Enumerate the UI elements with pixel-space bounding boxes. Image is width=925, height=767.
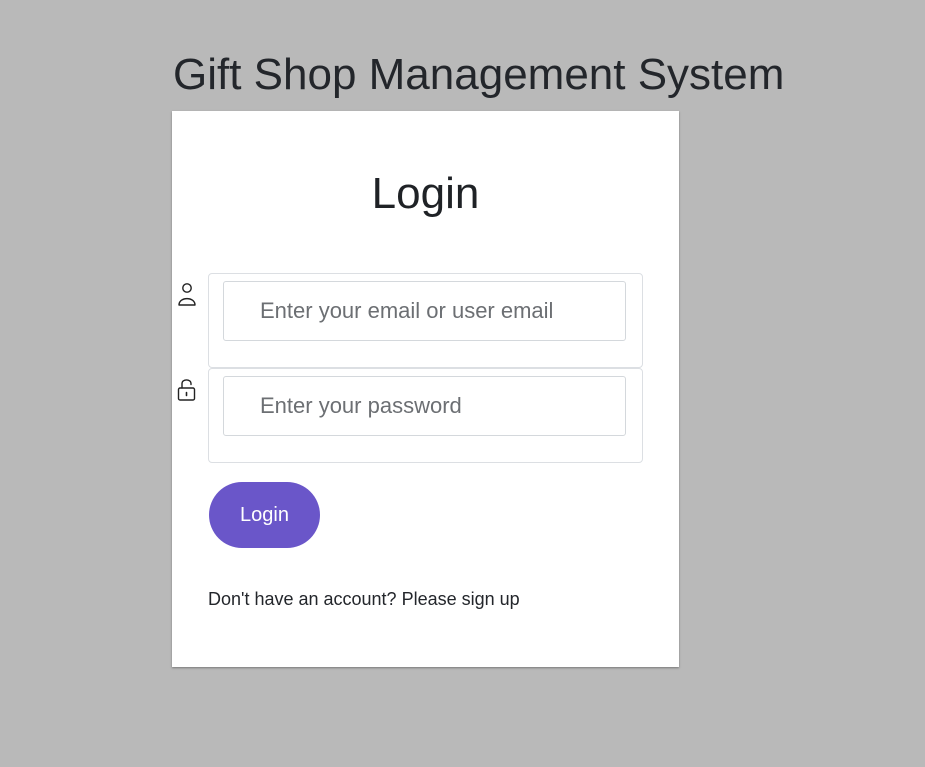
password-field-group (208, 368, 643, 463)
app-title: Gift Shop Management System (173, 50, 785, 99)
login-title: Login (371, 169, 480, 218)
login-button[interactable]: Login (209, 482, 320, 548)
login-page: Gift Shop Management System Login Login (0, 0, 925, 767)
login-card: Login Login Don't have an account? P (172, 111, 679, 667)
password-input[interactable] (223, 376, 626, 436)
user-icon (176, 281, 198, 307)
signup-prompt-text: Don't have an account? (208, 589, 397, 609)
signup-link[interactable]: Please sign up (402, 589, 520, 609)
signup-prompt-line: Don't have an account? Please sign up (208, 589, 520, 610)
email-field-group (208, 273, 643, 368)
email-input[interactable] (223, 281, 626, 341)
lock-icon (176, 376, 198, 402)
